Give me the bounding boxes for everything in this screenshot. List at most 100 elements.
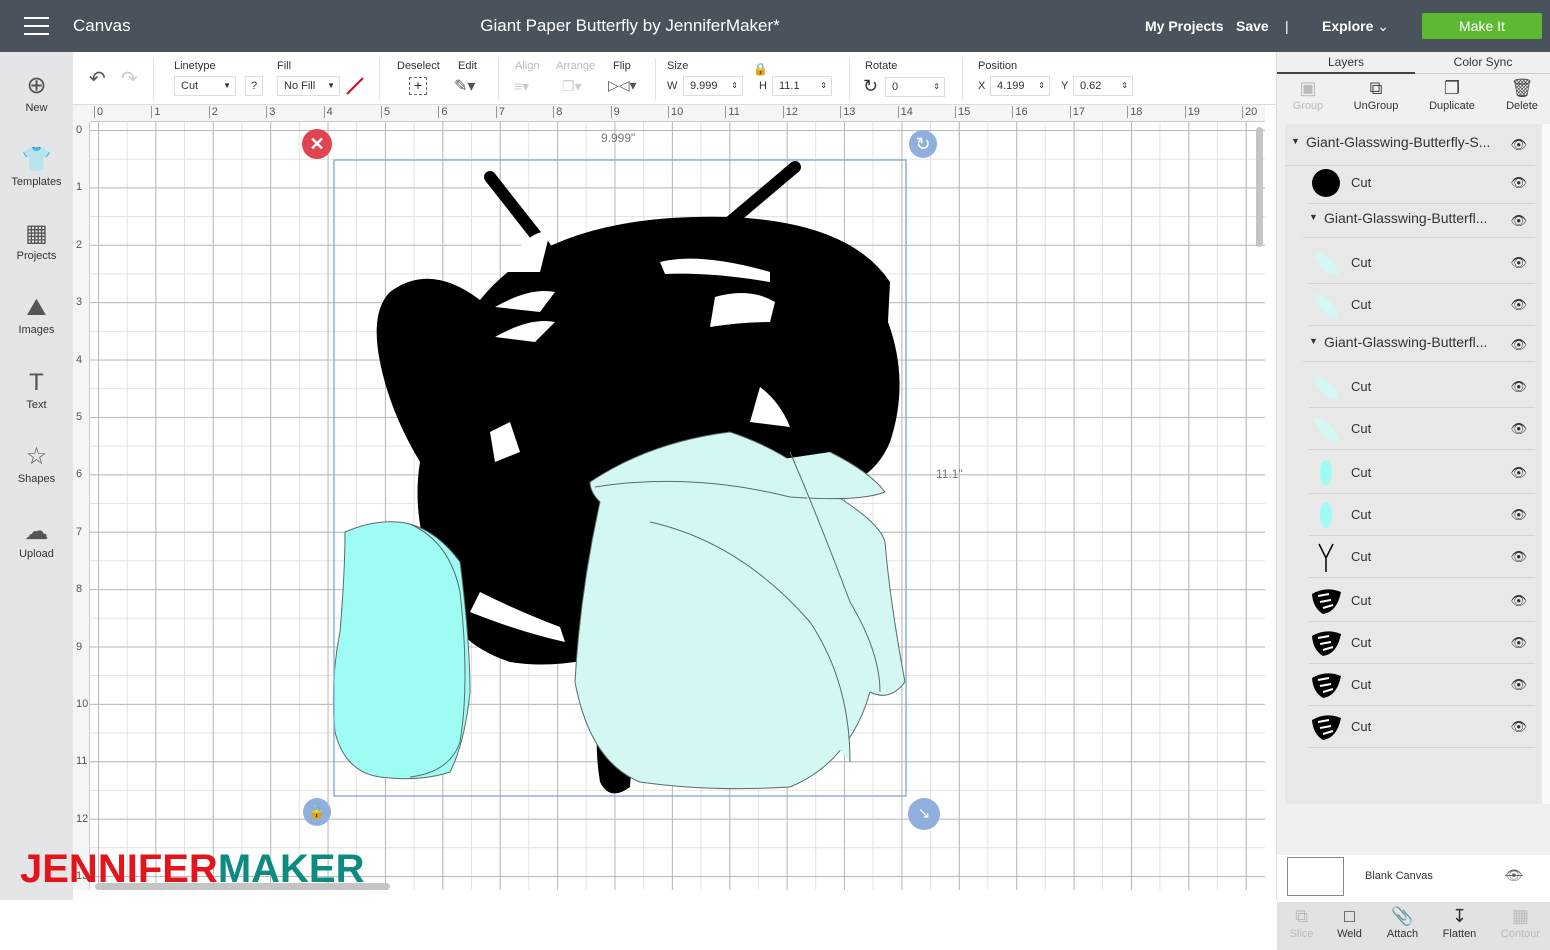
- stepper-icon[interactable]: ⇕: [820, 77, 827, 95]
- vertical-scrollbar[interactable]: [1256, 127, 1263, 247]
- ruler-tick-label: 8: [76, 583, 83, 596]
- eye-icon[interactable]: 👁: [1510, 549, 1527, 565]
- eye-icon[interactable]: 👁: [1510, 507, 1527, 523]
- layer-item[interactable]: Cut 👁: [1309, 452, 1535, 494]
- eye-icon[interactable]: 👁: [1510, 255, 1527, 271]
- caret-down-icon[interactable]: ▼: [1309, 212, 1318, 222]
- eye-icon[interactable]: 👁: [1510, 465, 1527, 481]
- duplicate-button[interactable]: ❐ Duplicate: [1418, 78, 1486, 112]
- weld-button[interactable]: □ Weld: [1322, 906, 1377, 940]
- text-icon: T: [29, 369, 44, 396]
- caret-down-icon[interactable]: ▼: [1291, 136, 1300, 146]
- tab-layers[interactable]: Layers: [1277, 52, 1415, 74]
- layer-thumbnail: [1309, 584, 1343, 618]
- divider: [962, 58, 963, 100]
- layers-scroll-track[interactable]: [1542, 124, 1550, 804]
- eye-hidden-icon[interactable]: 👁: [1505, 867, 1523, 884]
- layer-group[interactable]: ▼ Giant-Glasswing-Butterfl... 👁: [1303, 324, 1535, 362]
- layer-item[interactable]: Cut 👁: [1309, 162, 1535, 204]
- eye-icon[interactable]: 👁: [1510, 297, 1527, 313]
- stepper-icon[interactable]: ⇕: [731, 77, 738, 95]
- height-input[interactable]: 11.1 ⇕: [772, 76, 832, 96]
- blank-canvas-row[interactable]: Blank Canvas 👁: [1277, 855, 1550, 901]
- eye-icon[interactable]: 👁: [1510, 175, 1527, 191]
- x-input[interactable]: 4.199 ⇕: [990, 76, 1050, 96]
- explore-dropdown[interactable]: Explore ⌄: [1322, 18, 1389, 35]
- sidebar-item-text[interactable]: T Text: [0, 367, 73, 411]
- my-projects-link[interactable]: My Projects: [1145, 18, 1224, 34]
- flatten-button[interactable]: ↧ Flatten: [1432, 906, 1487, 940]
- lock-handle-icon[interactable]: 🔒: [303, 798, 331, 826]
- eye-icon[interactable]: 👁: [1510, 337, 1527, 353]
- eye-icon[interactable]: 👁: [1510, 137, 1527, 153]
- stepper-icon[interactable]: ⇕: [933, 78, 940, 96]
- design-canvas[interactable]: ✕ ↻ 🔒 ↘ 9.999" 11.1": [90, 122, 1265, 890]
- layer-item[interactable]: Cut 👁: [1309, 706, 1535, 748]
- canvas-color-swatch[interactable]: [1287, 857, 1344, 896]
- caret-down-icon[interactable]: ▼: [1309, 336, 1318, 346]
- sidebar-item-images[interactable]: ⛰ Images: [0, 292, 73, 336]
- layer-item[interactable]: Cut 👁: [1309, 408, 1535, 450]
- butterfly-artwork[interactable]: [90, 122, 1265, 890]
- layer-item[interactable]: Cut 👁: [1309, 622, 1535, 664]
- layer-item[interactable]: Cut 👁: [1309, 536, 1535, 578]
- attach-button[interactable]: 📎 Attach: [1375, 906, 1430, 940]
- eye-icon[interactable]: 👁: [1510, 379, 1527, 395]
- tab-color-sync[interactable]: Color Sync: [1415, 52, 1550, 74]
- arrange-icon[interactable]: ❐▾: [562, 78, 582, 95]
- no-fill-swatch-icon[interactable]: [344, 76, 366, 96]
- undo-icon[interactable]: ↶: [89, 66, 106, 91]
- make-it-button[interactable]: Make It: [1422, 13, 1542, 39]
- ungroup-button[interactable]: ⧉ UnGroup: [1342, 78, 1410, 112]
- linetype-select[interactable]: Cut ▼: [174, 76, 236, 96]
- save-link[interactable]: Save: [1236, 18, 1269, 34]
- sidebar-item-templates[interactable]: 👕 Templates: [0, 144, 73, 188]
- lock-icon[interactable]: 🔒: [753, 62, 768, 76]
- rotate-handle-icon[interactable]: ↻: [909, 130, 937, 158]
- stepper-icon[interactable]: ⇕: [1121, 77, 1128, 95]
- delete-handle-icon[interactable]: ✕: [302, 129, 332, 159]
- flip-icon[interactable]: ▷◁▾: [608, 77, 637, 94]
- deselect-button[interactable]: +: [409, 77, 427, 95]
- sidebar-item-new[interactable]: ⊕ New: [0, 70, 73, 114]
- layer-item[interactable]: Cut 👁: [1309, 366, 1535, 408]
- eye-icon[interactable]: 👁: [1510, 635, 1527, 651]
- flatten-icon: ↧: [1451, 906, 1468, 926]
- ruler-tick-label: 4: [323, 106, 333, 118]
- layer-linetype: Cut: [1351, 175, 1372, 190]
- sidebar-item-upload[interactable]: ☁ Upload: [0, 516, 73, 560]
- bright-cyan-wings[interactable]: [332, 521, 471, 780]
- light-cyan-wings[interactable]: [574, 431, 906, 790]
- eye-icon[interactable]: 👁: [1510, 593, 1527, 609]
- ruler-tick-label: 2: [76, 238, 83, 251]
- slice-button[interactable]: ⧉ Slice: [1274, 906, 1329, 940]
- rotate-input[interactable]: 0 ⇕: [885, 77, 945, 97]
- contour-button[interactable]: ▦ Contour: [1493, 906, 1548, 940]
- layer-group-name: Giant-Glasswing-Butterfl...: [1324, 334, 1488, 350]
- group-button[interactable]: ▣ Group: [1274, 78, 1342, 112]
- eye-icon[interactable]: 👁: [1510, 421, 1527, 437]
- divider: [498, 58, 499, 100]
- linetype-help-button[interactable]: ?: [245, 76, 263, 96]
- stepper-icon[interactable]: ⇕: [1038, 77, 1045, 95]
- resize-handle-icon[interactable]: ↘: [908, 798, 940, 830]
- layer-item[interactable]: Cut 👁: [1309, 664, 1535, 706]
- eye-icon[interactable]: 👁: [1510, 719, 1527, 735]
- layer-group[interactable]: ▼ Giant-Glasswing-Butterfl... 👁: [1303, 200, 1535, 238]
- layer-item[interactable]: Cut 👁: [1309, 242, 1535, 284]
- layer-item[interactable]: Cut 👁: [1309, 494, 1535, 536]
- sidebar-item-projects[interactable]: ▦ Projects: [0, 218, 73, 262]
- layer-item[interactable]: Cut 👁: [1309, 284, 1535, 326]
- width-input[interactable]: 9.999 ⇕: [683, 76, 743, 96]
- sidebar-item-shapes[interactable]: ☆ Shapes: [0, 441, 73, 485]
- redo-icon[interactable]: ↷: [121, 66, 138, 91]
- layer-item[interactable]: Cut 👁: [1309, 580, 1535, 622]
- eye-icon[interactable]: 👁: [1510, 677, 1527, 693]
- fill-select[interactable]: No Fill ▼: [277, 76, 340, 96]
- y-input[interactable]: 0.62 ⇕: [1073, 76, 1133, 96]
- eye-icon[interactable]: 👁: [1510, 213, 1527, 229]
- delete-button[interactable]: 🗑 Delete: [1488, 78, 1550, 112]
- layer-group[interactable]: ▼ Giant-Glasswing-Butterfly-S... 👁: [1285, 124, 1535, 166]
- edit-tools-icon[interactable]: ✎▾: [454, 76, 475, 96]
- align-icon[interactable]: ≡▾: [514, 78, 529, 95]
